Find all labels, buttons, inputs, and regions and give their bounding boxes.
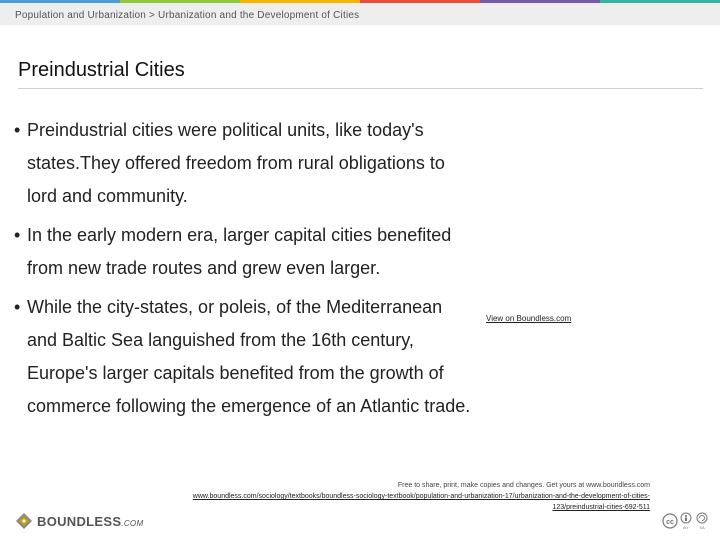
svg-text:SA: SA	[699, 525, 705, 530]
logo-text: BOUNDLESS.COM	[37, 514, 143, 529]
license-notice: Free to share, print, make copies and ch…	[397, 482, 650, 489]
breadcrumb: Population and Urbanization > Urbanizati…	[15, 10, 360, 21]
view-on-boundless-link[interactable]: View on Boundless.com	[486, 314, 571, 323]
boundless-logo-icon	[16, 513, 32, 529]
bullet-text: While the city-states, or poleis, of the…	[27, 297, 471, 416]
bullet-marker: •	[14, 120, 21, 140]
logo-wordmark: BOUNDLESS	[37, 513, 122, 529]
page-title: Preindustrial Cities	[18, 59, 185, 81]
list-item: • Preindustrial cities were political un…	[14, 114, 474, 213]
title-divider	[18, 88, 703, 89]
svg-text:BY: BY	[683, 525, 689, 530]
footer-notice: Free to share, print, make copies and ch…	[140, 480, 650, 513]
list-item: • While the city-states, or poleis, of t…	[14, 291, 474, 423]
list-item: • In the early modern era, larger capita…	[14, 219, 474, 285]
svg-text:cc: cc	[666, 519, 674, 526]
boundless-logo[interactable]: BOUNDLESS.COM	[15, 512, 143, 530]
source-url-link[interactable]: www.boundless.com/sociology/textbooks/bo…	[140, 491, 650, 513]
cc-by-sa-icon[interactable]: cc BY SA	[662, 511, 710, 531]
bullet-marker: •	[14, 225, 21, 245]
bullet-text: In the early modern era, larger capital …	[27, 225, 452, 278]
bullet-marker: •	[14, 297, 21, 317]
header-strip: Population and Urbanization > Urbanizati…	[0, 3, 720, 25]
bullet-list: • Preindustrial cities were political un…	[14, 114, 474, 429]
logo-suffix: .COM	[121, 518, 144, 528]
bullet-text: Preindustrial cities were political unit…	[27, 120, 445, 206]
